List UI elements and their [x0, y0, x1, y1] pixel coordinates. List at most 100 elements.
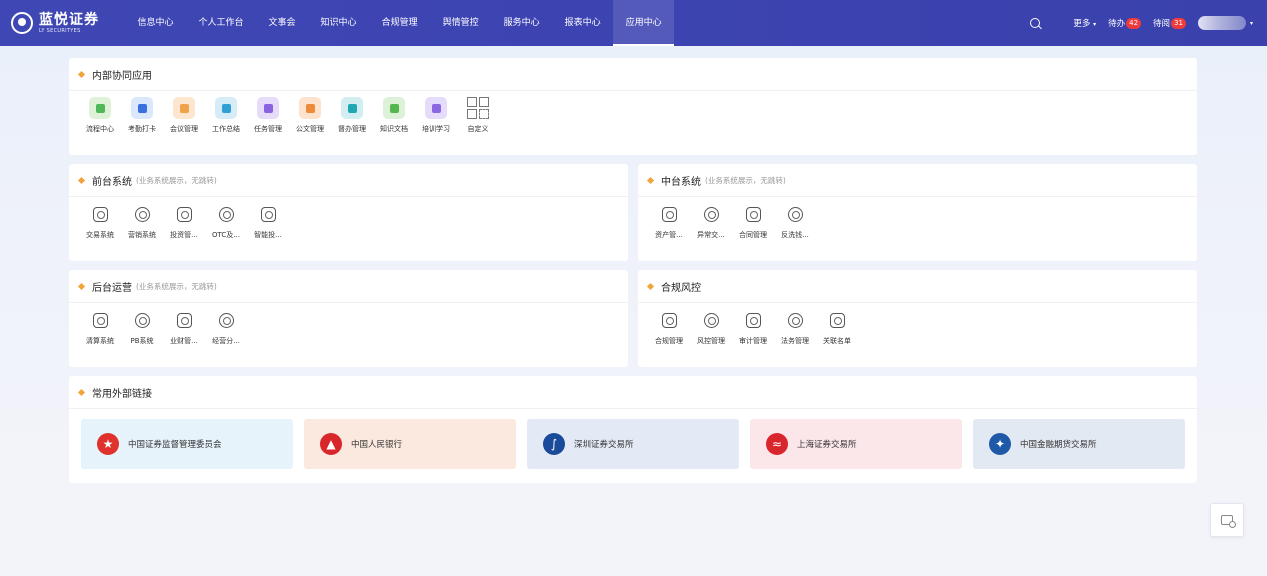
emblem-icon: ▲ — [320, 433, 342, 455]
app-item[interactable]: 资产管... — [648, 203, 690, 240]
todo-button[interactable]: 待办 42 — [1108, 17, 1142, 29]
app-item[interactable]: 交易系统 — [79, 203, 121, 240]
app-item[interactable]: PB系统 — [121, 309, 163, 346]
app-icon — [425, 97, 447, 119]
nav-service-center[interactable]: 服务中心 — [491, 0, 552, 46]
link-label: 深圳证券交易所 — [574, 440, 634, 450]
logo-name: 蓝悦证券 — [39, 11, 99, 28]
app-item[interactable]: 流程中心 — [79, 97, 121, 134]
nav-app-center[interactable]: 应用中心 — [613, 0, 675, 46]
nav-personal-workbench[interactable]: 个人工作台 — [186, 0, 256, 46]
toread-button[interactable]: 待阅 31 — [1153, 17, 1186, 29]
app-label: 会议管理 — [170, 125, 198, 133]
emblem-icon: ✦ — [989, 433, 1011, 455]
app-label: 反洗钱... — [781, 231, 809, 239]
logo-subtitle: LY SECURITYES — [39, 27, 81, 34]
app-item[interactable]: 督办管理 — [331, 97, 373, 134]
app-item[interactable]: 经营分... — [205, 309, 247, 346]
app-list: 交易系统 营销系统 投资管... OTC及... 智能投... — [69, 197, 628, 240]
app-label: 清算系统 — [86, 337, 114, 345]
system-icon — [218, 312, 234, 328]
app-icon — [383, 97, 405, 119]
app-list: 合规管理 风控管理 审计管理 法务管理 关联名单 — [638, 303, 1197, 346]
app-item[interactable]: 培训学习 — [415, 97, 457, 134]
app-item[interactable]: 异常交... — [690, 203, 732, 240]
app-item[interactable]: OTC及... — [205, 203, 247, 240]
section-subtitle: (业务系统展示，无跳转) — [136, 175, 217, 185]
app-item[interactable]: 法务管理 — [774, 309, 816, 346]
app-item[interactable]: 业财管... — [163, 309, 205, 346]
app-item[interactable]: 知识文档 — [373, 97, 415, 134]
app-item[interactable]: 公文管理 — [289, 97, 331, 134]
diamond-icon — [77, 70, 86, 78]
external-link[interactable]: ∫ 深圳证券交易所 — [527, 419, 739, 469]
link-label: 中国人民银行 — [351, 440, 403, 450]
system-icon — [745, 312, 761, 328]
app-label: 资产管... — [655, 231, 683, 239]
app-item[interactable]: 风控管理 — [690, 309, 732, 346]
link-label: 上海证券交易所 — [797, 440, 857, 450]
more-menu[interactable]: 更多 ▾ — [1073, 17, 1096, 29]
nav-info-center[interactable]: 信息中心 — [125, 0, 186, 46]
system-icon — [260, 206, 276, 222]
back-office-card: 后台运营 (业务系统展示，无跳转) 清算系统 PB系统 业财管... 经营分... — [69, 270, 628, 367]
nav-report-center[interactable]: 报表中心 — [552, 0, 613, 46]
app-item[interactable]: 考勤打卡 — [121, 97, 163, 134]
system-icon — [176, 206, 192, 222]
nav-wenshi[interactable]: 文事会 — [256, 0, 308, 46]
app-item[interactable]: 合规管理 — [648, 309, 690, 346]
system-icon — [703, 206, 719, 222]
app-icon — [89, 97, 111, 119]
logo[interactable]: 蓝悦证券 LY SECURITYES — [11, 12, 116, 34]
app-list: 流程中心 考勤打卡 会议管理 工作总结 任务管理 公文管理 督办管理 知识文档 培训学习 自定义 — [69, 91, 1197, 134]
app-item[interactable]: 投资管... — [163, 203, 205, 240]
app-label: 法务管理 — [781, 337, 809, 345]
section-title: 常用外部链接 — [92, 388, 152, 400]
system-icon — [92, 312, 108, 328]
nav-knowledge-center[interactable]: 知识中心 — [308, 0, 369, 46]
app-icon — [173, 97, 195, 119]
app-label: 培训学习 — [422, 125, 450, 133]
app-item[interactable]: 关联名单 — [816, 309, 858, 346]
system-icon — [661, 206, 677, 222]
section-title: 前台系统 — [92, 176, 132, 188]
app-item[interactable]: 工作总结 — [205, 97, 247, 134]
app-label: 任务管理 — [254, 125, 282, 133]
main-nav: 信息中心 个人工作台 文事会 知识中心 合规管理 舆情管控 服务中心 报表中心 … — [125, 0, 675, 46]
external-link[interactable]: ✦ 中国金融期货交易所 — [973, 419, 1185, 469]
app-item[interactable]: 清算系统 — [79, 309, 121, 346]
system-icon — [829, 312, 845, 328]
app-item[interactable]: 智能投... — [247, 203, 289, 240]
diamond-icon — [77, 176, 86, 184]
top-nav-bar: 蓝悦证券 LY SECURITYES 信息中心 个人工作台 文事会 知识中心 合… — [0, 0, 1267, 46]
app-label: 自定义 — [467, 125, 489, 133]
external-link[interactable]: ★ 中国证券监督管理委员会 — [81, 419, 293, 469]
app-label: 公文管理 — [296, 125, 324, 133]
system-icon — [176, 312, 192, 328]
app-item[interactable]: 任务管理 — [247, 97, 289, 134]
avatar[interactable] — [1197, 16, 1246, 30]
app-item[interactable]: 审计管理 — [732, 309, 774, 346]
app-label: 工作总结 — [212, 125, 240, 133]
nav-compliance[interactable]: 合规管理 — [369, 0, 430, 46]
external-link[interactable]: ▲ 中国人民银行 — [304, 419, 516, 469]
section-subtitle: (业务系统展示，无跳转) — [136, 281, 217, 291]
external-link[interactable]: ≈ 上海证券交易所 — [750, 419, 962, 469]
app-item[interactable]: 会议管理 — [163, 97, 205, 134]
app-item[interactable]: 营销系统 — [121, 203, 163, 240]
search-icon[interactable] — [1030, 18, 1041, 28]
app-icon — [215, 97, 237, 119]
app-icon — [299, 97, 321, 119]
logo-icon — [11, 12, 33, 34]
app-item[interactable]: 反洗钱... — [774, 203, 816, 240]
app-label: 风控管理 — [697, 337, 725, 345]
chevron-down-icon[interactable]: ▾ — [1250, 20, 1253, 27]
nav-public-opinion[interactable]: 舆情管控 — [430, 0, 491, 46]
app-label: 业财管... — [170, 337, 198, 345]
system-icon — [218, 206, 234, 222]
app-custom[interactable]: 自定义 — [457, 97, 499, 134]
floating-action-button[interactable] — [1210, 503, 1244, 537]
app-label: 流程中心 — [86, 125, 114, 133]
app-item[interactable]: 合同管理 — [732, 203, 774, 240]
system-icon — [134, 312, 150, 328]
